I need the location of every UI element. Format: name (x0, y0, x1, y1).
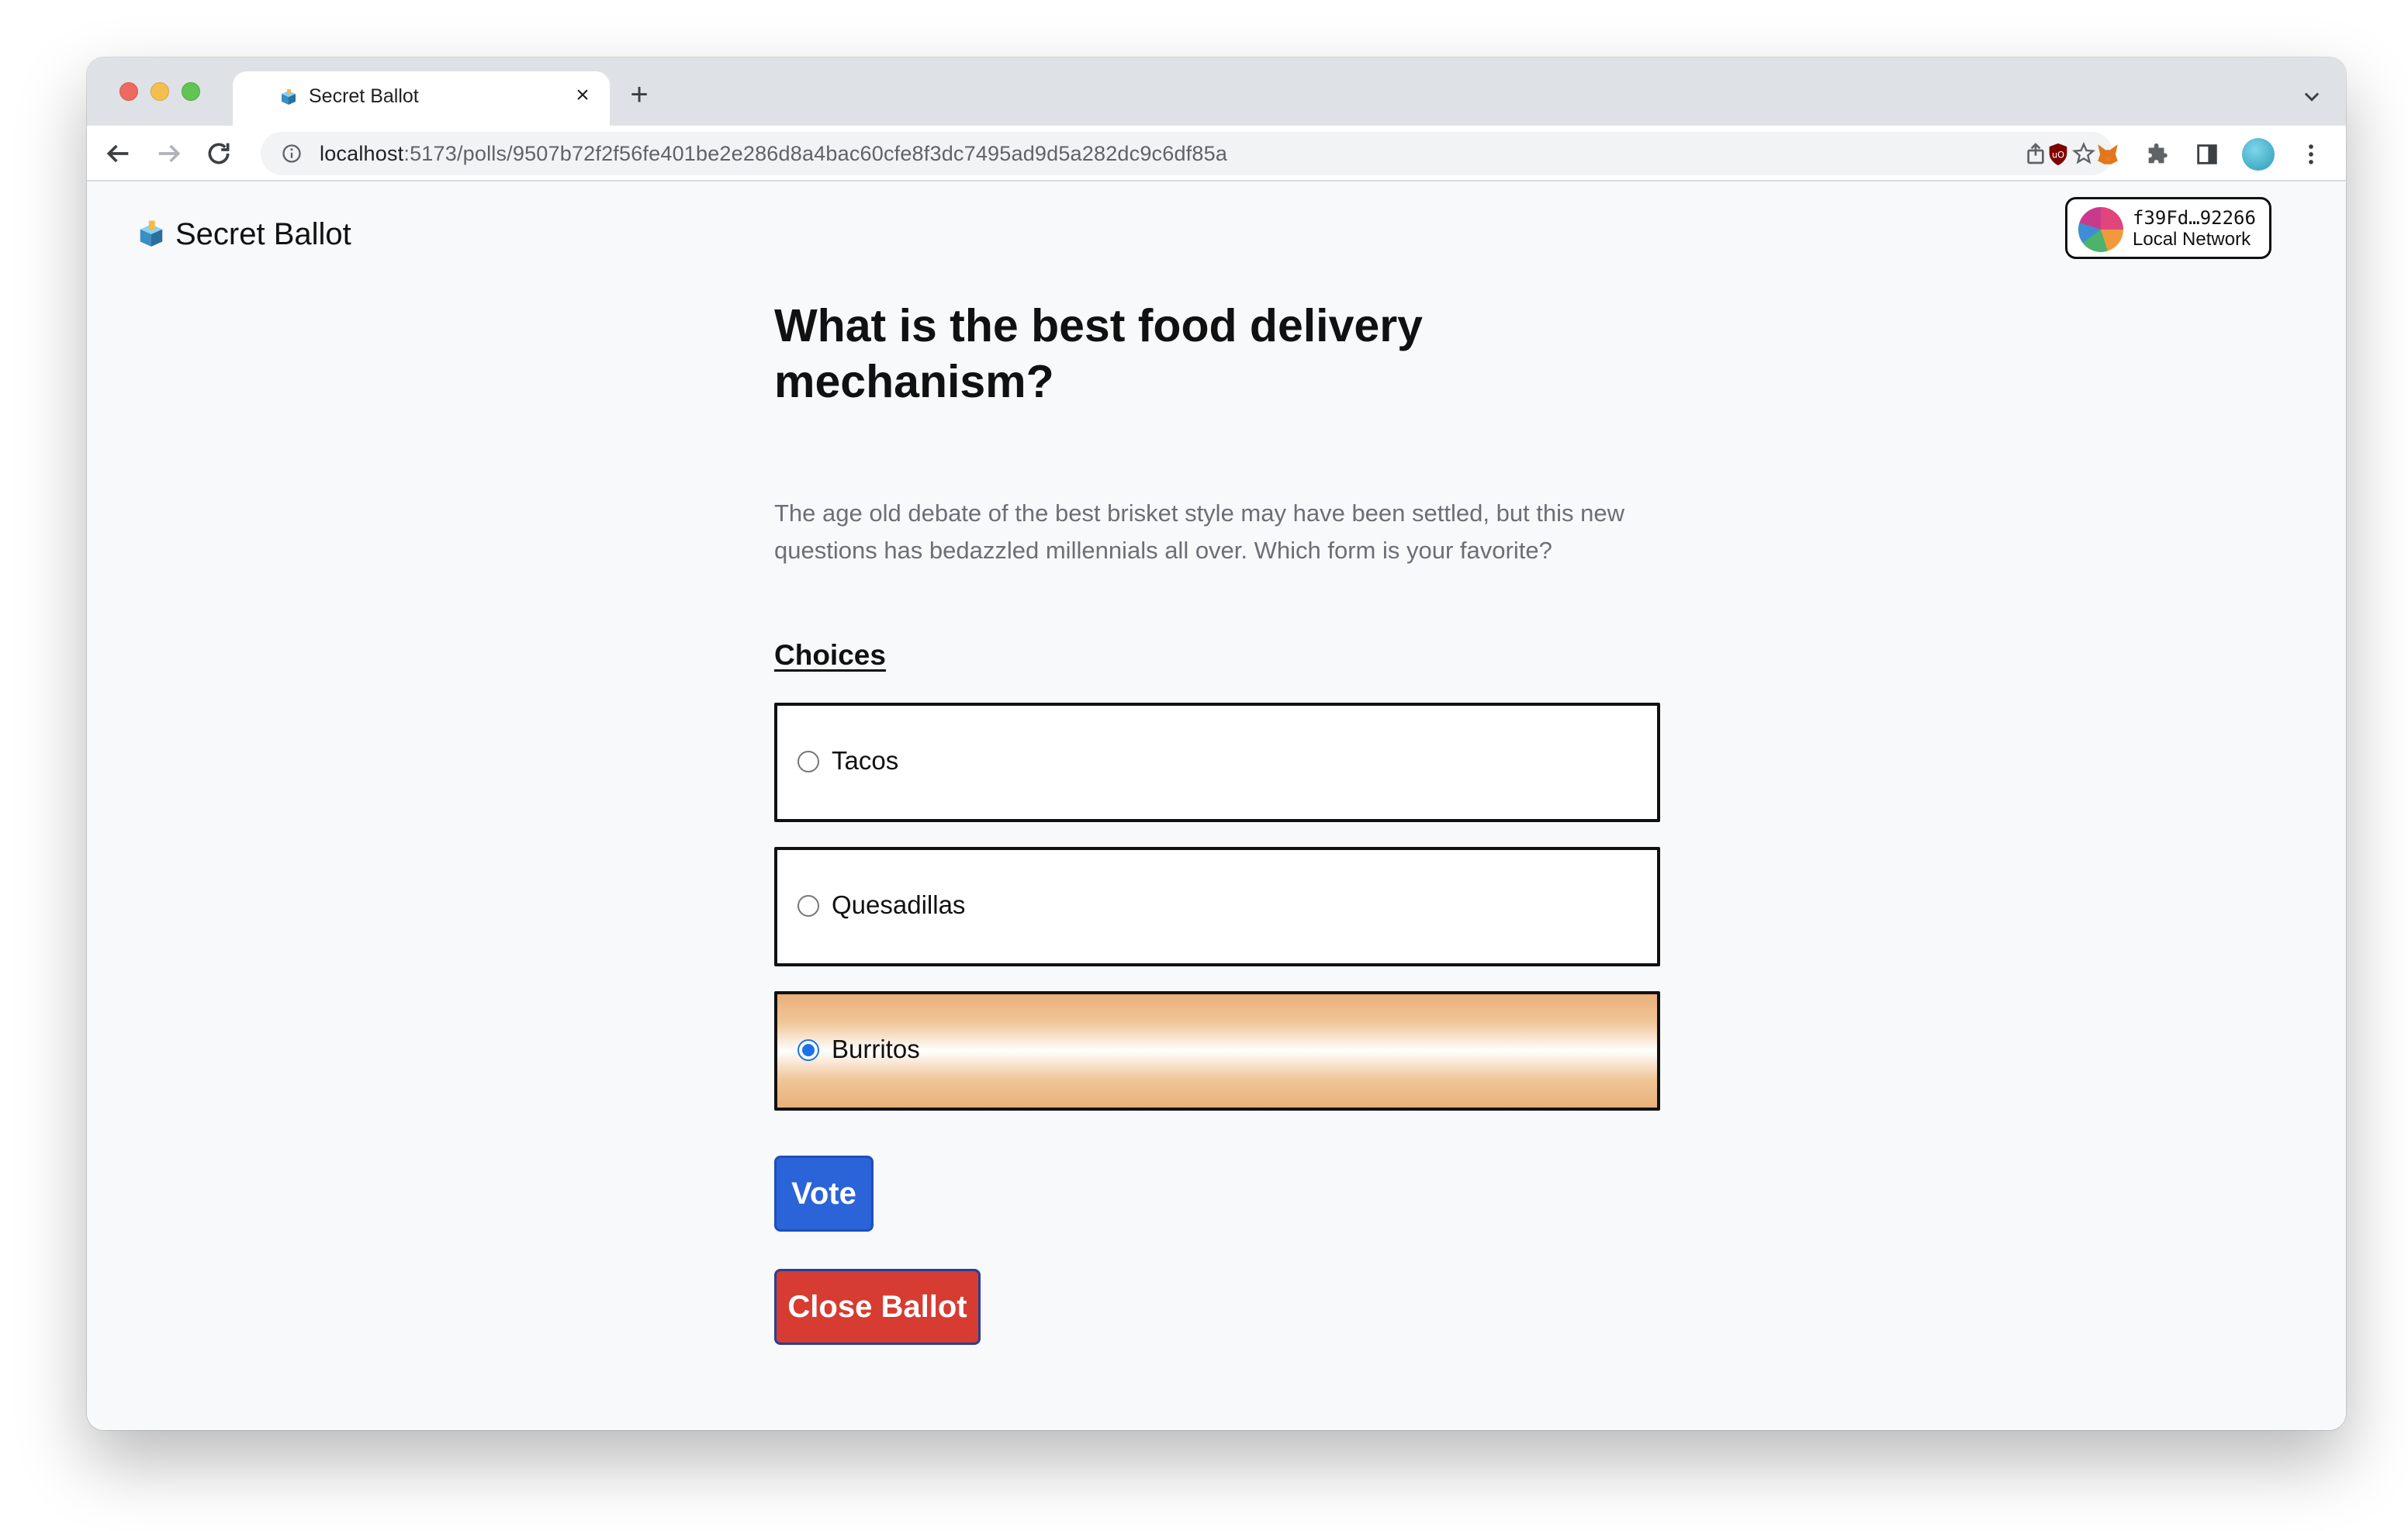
page-content: Secret Ballot f39Fd…92266 Local Network … (87, 183, 2346, 1430)
brand-title: Secret Ballot (175, 216, 351, 251)
account-button[interactable]: f39Fd…92266 Local Network (2065, 197, 2271, 259)
network-name: Local Network (2133, 229, 2251, 250)
choice-label: Quesadillas (832, 890, 966, 919)
choice-radio[interactable] (797, 895, 819, 917)
chevron-down-icon[interactable] (2301, 85, 2323, 107)
profile-avatar[interactable] (2242, 138, 2275, 171)
browser-toolbar: localhost:5173/polls/9507b72f2f56fe401be… (87, 126, 2346, 181)
close-window-button[interactable] (119, 82, 138, 101)
url-path: :5173/polls/9507b72f2f56fe401be2e286d8a4… (403, 142, 1228, 165)
info-icon[interactable] (281, 143, 303, 164)
ballot-box-icon (140, 220, 163, 247)
minimize-window-button[interactable] (150, 82, 169, 101)
close-ballot-button[interactable]: Close Ballot (774, 1269, 981, 1345)
choice-burritos[interactable]: Burritos (774, 991, 1660, 1111)
ballot-box-icon (282, 89, 296, 105)
svg-text:uO: uO (2052, 149, 2064, 160)
new-tab-button[interactable]: + (624, 79, 655, 112)
poll-question: What is the best food delivery mechanism… (774, 300, 1423, 407)
choice-radio[interactable] (797, 751, 819, 772)
forward-arrow-icon[interactable] (154, 138, 185, 169)
side-panel-icon[interactable] (2194, 141, 2220, 168)
choice-label: Burritos (832, 1035, 920, 1063)
browser-window: Secret Ballot × + localhost:5173/polls/9… (87, 57, 2346, 1430)
metamask-fox-icon[interactable] (2095, 141, 2121, 168)
brand-link[interactable]: Secret Ballot (137, 213, 351, 256)
extensions-puzzle-icon[interactable] (2144, 141, 2171, 168)
tab-title: Secret Ballot (309, 85, 419, 107)
poll-description: The age old debate of the best brisket s… (774, 499, 1625, 564)
address-bar[interactable]: localhost:5173/polls/9507b72f2f56fe401be… (261, 132, 2113, 175)
tab-secret-ballot[interactable]: Secret Ballot × (233, 71, 610, 126)
choices-heading: Choices (774, 639, 886, 671)
vote-button[interactable]: Vote (774, 1156, 874, 1232)
more-menu-icon[interactable] (2298, 141, 2324, 168)
ublock-shield-icon[interactable]: uO (2045, 141, 2071, 168)
back-arrow-icon[interactable] (102, 138, 133, 169)
bookmark-star-icon[interactable] (2071, 141, 2096, 166)
account-avatar (2078, 207, 2123, 252)
choice-radio[interactable] (797, 1039, 819, 1061)
choice-quesadillas[interactable]: Quesadillas (774, 847, 1660, 966)
choice-tacos[interactable]: Tacos (774, 703, 1660, 822)
close-icon[interactable]: × (569, 82, 596, 109)
url-host: localhost (320, 142, 404, 165)
choice-label: Tacos (832, 746, 899, 775)
tab-strip: Secret Ballot × + (87, 57, 2346, 126)
zoom-window-button[interactable] (182, 82, 200, 101)
account-address: f39Fd…92266 (2133, 207, 2256, 229)
reload-icon[interactable] (203, 138, 234, 169)
url-text: localhost:5173/polls/9507b72f2f56fe401be… (320, 142, 1227, 166)
